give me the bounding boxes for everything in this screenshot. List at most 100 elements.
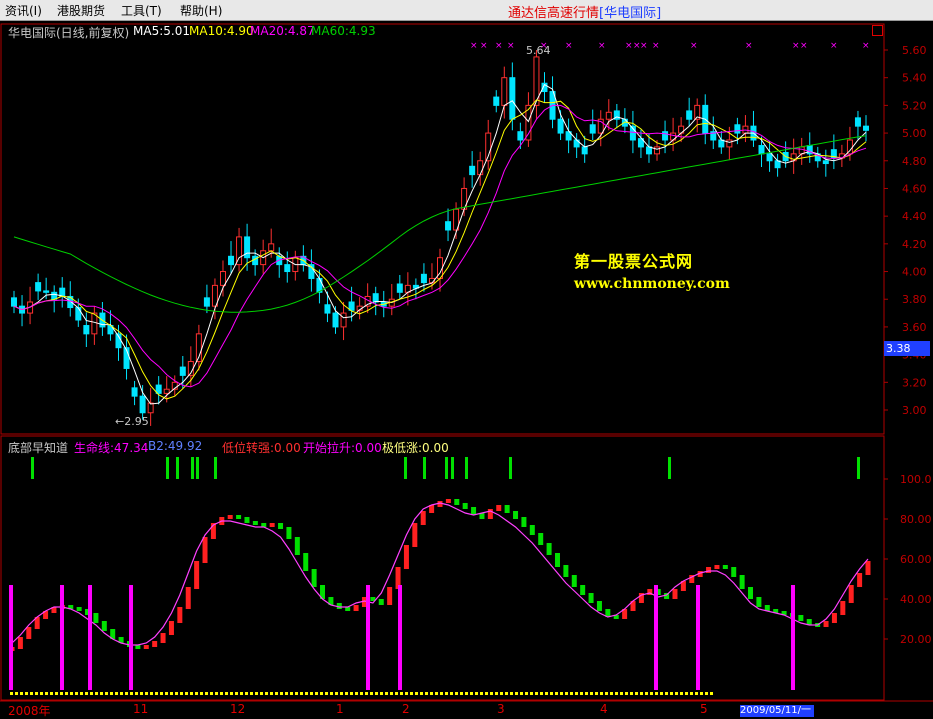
signal-x-marker: × [640, 41, 648, 51]
very-low-marker [515, 692, 518, 695]
watermark-title: 第一股票公式网 [574, 252, 694, 271]
lifeline-bar [236, 515, 242, 519]
very-low-marker [400, 692, 403, 695]
lifeline-bar [227, 515, 233, 519]
indicator-tick-label: 20.00 [900, 633, 932, 646]
very-low-marker [460, 692, 463, 695]
very-low-marker [275, 692, 278, 695]
very-low-marker [510, 692, 513, 695]
very-low-marker [295, 692, 298, 695]
very-low-marker [130, 692, 133, 695]
candle-body [43, 290, 50, 293]
price-tick-label: 3.60 [902, 321, 927, 334]
lifeline-bar [168, 621, 174, 635]
ma20-line [13, 104, 867, 388]
lifeline-bar [101, 621, 107, 631]
low-turn-signal [166, 457, 169, 479]
very-low-marker [245, 692, 248, 695]
start-rise-signal [9, 585, 13, 690]
menu-bar: 资讯(I) 港股期货 工具(T) 帮助(H) 通达信高速行情[华电国际] [0, 0, 933, 21]
candle-body [654, 146, 661, 155]
pane-toggle-icon[interactable] [872, 25, 883, 36]
very-low-marker [260, 692, 263, 695]
lifeline-bar [538, 533, 544, 545]
date-label-mar: 3 [497, 702, 505, 716]
lifeline-bar [496, 505, 502, 511]
menu-item-info[interactable]: 资讯(I) [5, 2, 42, 19]
candle-body [91, 312, 98, 335]
very-low-marker [530, 692, 533, 695]
very-low-marker [635, 692, 638, 695]
candle-body [863, 125, 869, 131]
price-tick-label: 3.20 [902, 376, 927, 389]
menu-item-help[interactable]: 帮助(H) [180, 2, 222, 19]
candle-body [268, 243, 275, 252]
lifeline-bar [462, 503, 468, 509]
candle-body [203, 297, 210, 307]
very-low-marker [470, 692, 473, 695]
very-low-marker [430, 692, 433, 695]
very-low-marker [440, 692, 443, 695]
lifeline-bar [471, 507, 477, 515]
very-low-marker [50, 692, 53, 695]
app-title: 通达信高速行情[华电国际] [508, 2, 661, 21]
very-low-marker [180, 692, 183, 695]
very-low-marker [545, 692, 548, 695]
menu-item-hk-futures[interactable]: 港股期货 [57, 2, 105, 19]
signal-x-marker: × [792, 41, 800, 51]
lifeline-bar [76, 607, 82, 611]
lifeline-bar [143, 645, 149, 649]
stock-chart[interactable]: 5.60 5.40 5.20 5.00 4.80 4.60 4.40 4.20 4.00 3.80… [0, 20, 933, 719]
very-low-marker [205, 692, 208, 695]
very-low-marker [190, 692, 193, 695]
very-low-marker [100, 692, 103, 695]
very-low-marker [655, 692, 658, 695]
candle-body [854, 117, 861, 127]
signal-x-marker: × [652, 41, 660, 51]
price-tick-label: 3.80 [902, 293, 927, 306]
lifeline-bar [353, 605, 359, 611]
low-turn-signal [191, 457, 194, 479]
candle-body [332, 312, 339, 328]
low-turn-signal [465, 457, 468, 479]
signal-x-marker: × [800, 41, 808, 51]
very-low-marker [215, 692, 218, 695]
lifeline-bar [513, 511, 519, 519]
b2-line [11, 502, 869, 646]
menu-item-tools[interactable]: 工具(T) [121, 2, 162, 19]
candle-body [35, 282, 42, 292]
very-low-marker [495, 692, 498, 695]
very-low-marker [75, 692, 78, 695]
very-low-marker [350, 692, 353, 695]
price-tick-label: 5.40 [902, 72, 927, 85]
very-low-marker [65, 692, 68, 695]
lifeline-bar [823, 621, 829, 627]
upper-pane-frame [0, 23, 885, 435]
lifeline-bar [420, 511, 426, 525]
start-rise-signal [60, 585, 64, 690]
price-tick-label: 5.60 [902, 44, 927, 57]
lifeline-bar [672, 589, 678, 599]
date-label-jan: 1 [336, 702, 344, 716]
lifeline-bar [185, 587, 191, 609]
very-low-marker [705, 692, 708, 695]
lifeline-bar [26, 627, 32, 639]
candle-body [493, 96, 500, 106]
very-low-marker [160, 692, 163, 695]
low-turn-signal [423, 457, 426, 479]
very-low-marker [445, 692, 448, 695]
candle-body [219, 271, 226, 286]
start-rise-signal [366, 585, 370, 690]
low-turn-signal [445, 457, 448, 479]
very-low-marker [425, 692, 428, 695]
candle-body [501, 77, 508, 106]
start-rise-signal [654, 585, 658, 690]
price-tick-label: 3.00 [902, 404, 927, 417]
lifeline-bar [194, 561, 200, 589]
very-low-marker [285, 692, 288, 695]
lifeline-bar [403, 545, 409, 569]
very-low-marker [140, 692, 143, 695]
start-rise-signal [129, 585, 133, 690]
low-price-value: 2.95 [124, 415, 149, 428]
very-low-marker [480, 692, 483, 695]
